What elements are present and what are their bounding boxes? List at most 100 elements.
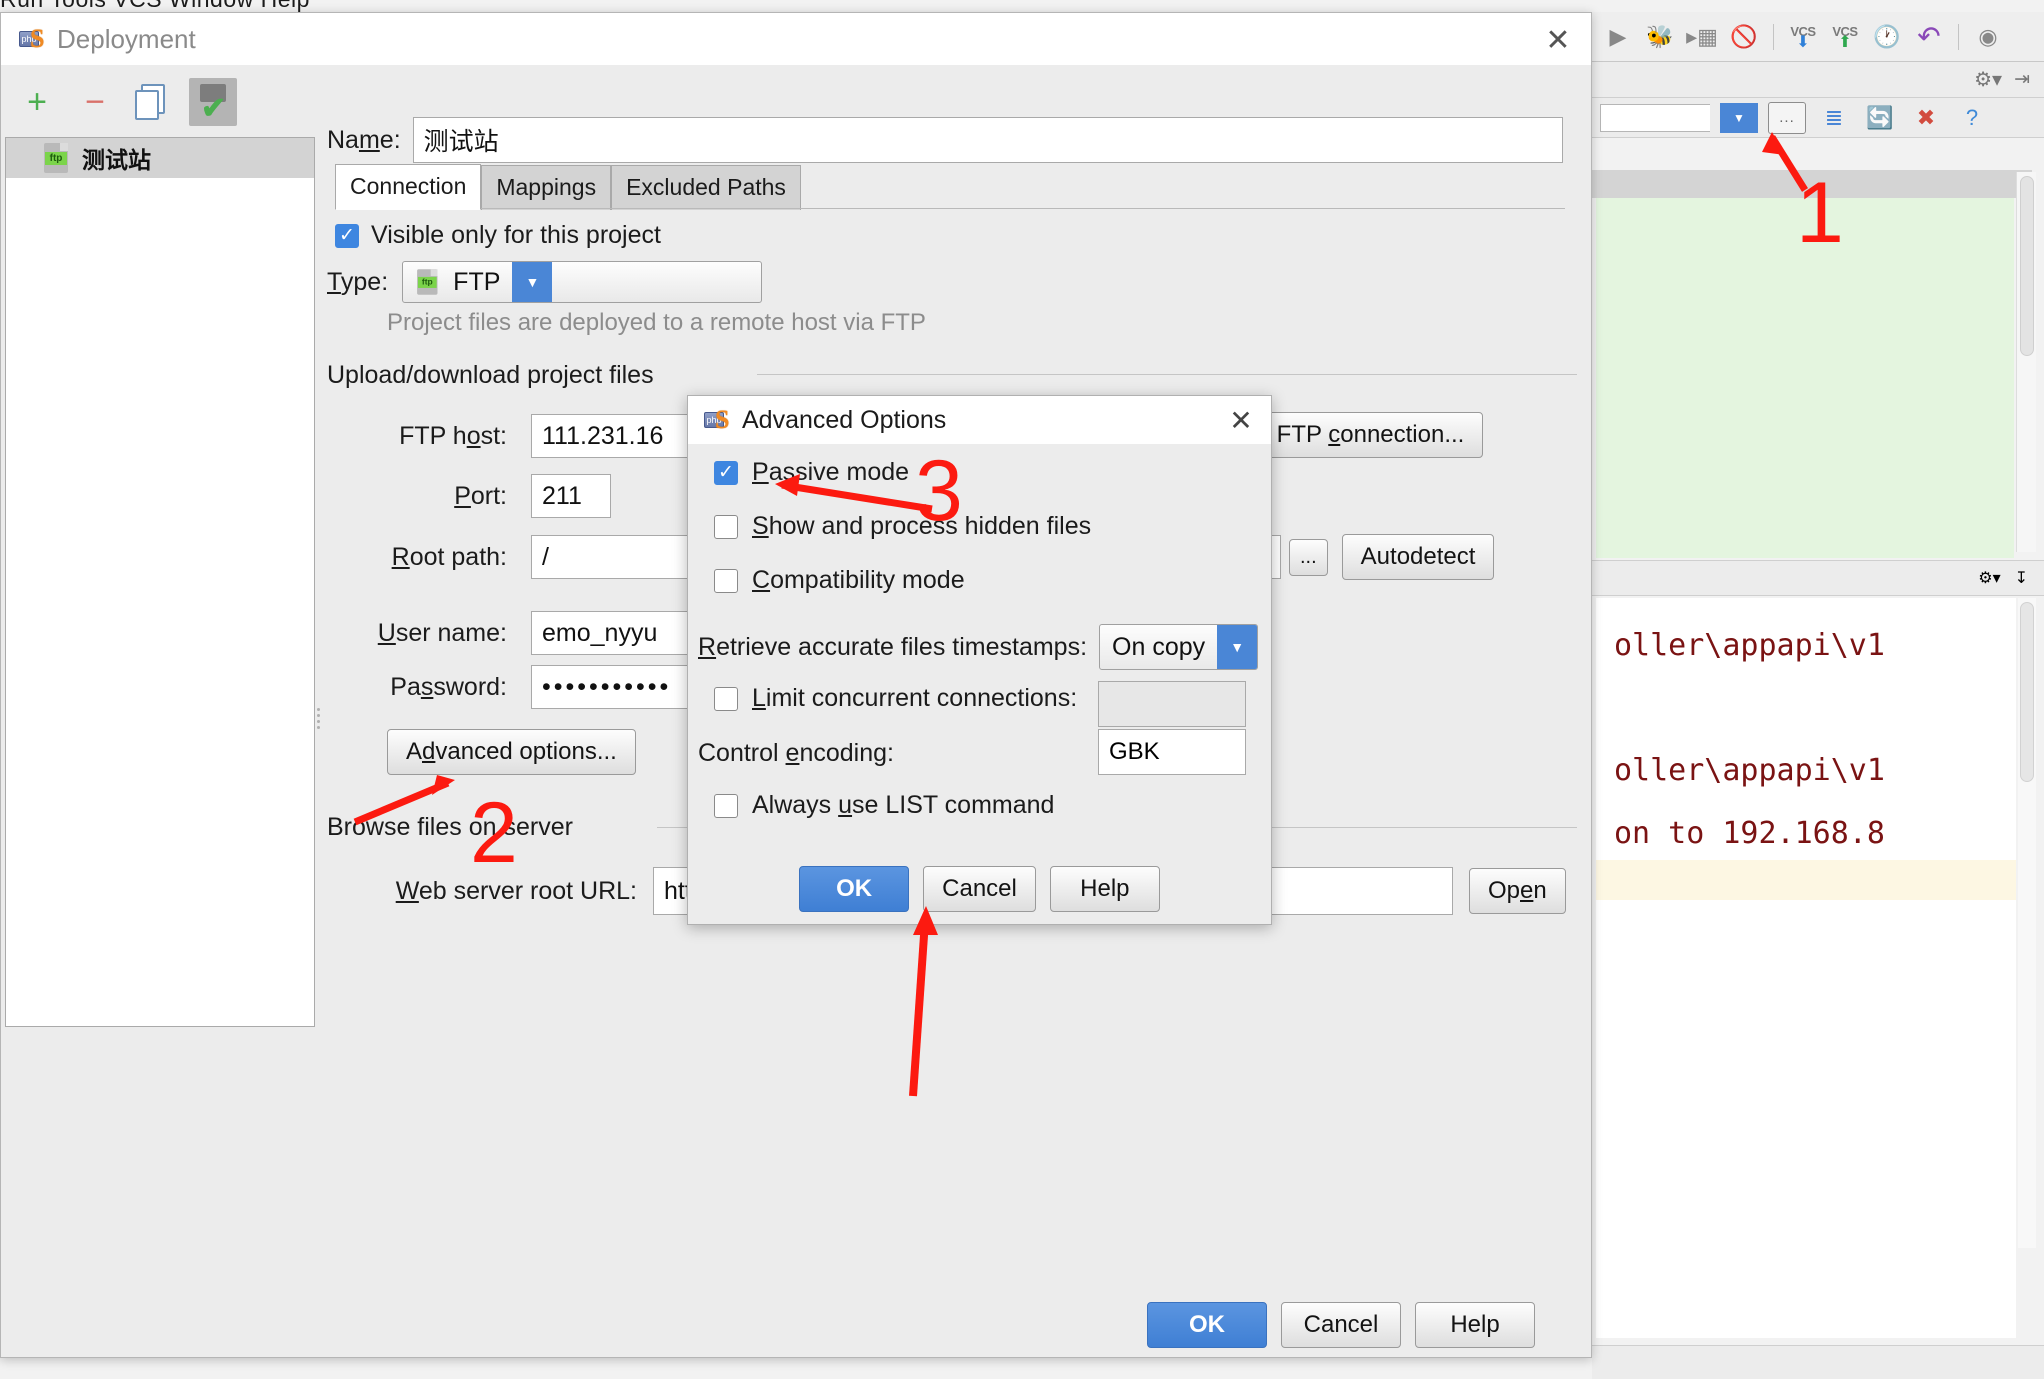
advanced-ok-button[interactable]: OK	[799, 866, 910, 912]
deployment-dialog-titlebar: php S Deployment	[1, 13, 1591, 65]
port-input[interactable]: 211	[531, 474, 611, 518]
green-area-scrollbar[interactable]	[2016, 172, 2036, 552]
root-path-browse-button[interactable]: ...	[1289, 538, 1328, 576]
console-highlight-row	[1596, 860, 2016, 900]
vcs-up-arrow-icon: ⬆	[1838, 34, 1852, 51]
chevron-down-icon[interactable]: ▼	[1217, 625, 1258, 669]
ide-main-toolbar[interactable]: ▶ 🐝 ▸▦ 🚫 VCS ⬇ VCS ⬆ 🕐 ↶ ◉	[1592, 12, 2044, 62]
vcs-history-icon[interactable]: 🕐	[1869, 19, 1905, 55]
ftp-icon-corner	[60, 143, 68, 151]
dialog-close-button[interactable]: ✕	[1541, 23, 1575, 57]
browse-ellipsis-button[interactable]: ...	[1768, 101, 1806, 134]
advanced-options-button[interactable]: Advanced options...	[387, 729, 636, 775]
site-list-item[interactable]: ftp 测试站	[6, 138, 314, 178]
compatibility-mode-checkbox[interactable]	[714, 568, 738, 593]
type-combobox-value: FTP	[453, 267, 501, 296]
type-label: Type:	[327, 267, 389, 296]
advanced-options-body: ✓ Passive mode Show and process hidden f…	[688, 444, 1271, 924]
always-list-checkbox[interactable]	[714, 793, 738, 818]
gear-icon[interactable]: ⚙▾	[1974, 67, 2002, 92]
limit-connections-label: Limit concurrent connections:	[752, 684, 1078, 712]
add-server-icon[interactable]: +	[15, 80, 59, 124]
toolbar-separator-2	[1958, 23, 1959, 50]
name-input[interactable]: 测试站	[412, 117, 1563, 163]
phpstorm-icon-s: S	[30, 24, 45, 53]
limit-connections-row[interactable]: Limit concurrent connections:	[714, 684, 1077, 713]
compatibility-mode-label: Compatibility mode	[752, 566, 965, 594]
collapse-icon[interactable]: ≣	[1816, 102, 1852, 134]
tab-mappings[interactable]: Mappings	[481, 165, 612, 210]
console-gear-icon[interactable]: ⚙▾	[1978, 568, 2000, 588]
show-hidden-files-row[interactable]: Show and process hidden files	[714, 512, 1091, 541]
sync-icon[interactable]: 🔄	[1862, 102, 1898, 134]
show-hidden-files-checkbox[interactable]	[714, 514, 738, 539]
scroll-to-end-icon[interactable]: ↧	[2015, 568, 2028, 588]
dialog-cancel-button[interactable]: Cancel	[1281, 1302, 1401, 1348]
control-encoding-input[interactable]: GBK	[1098, 729, 1246, 775]
visible-only-row[interactable]: ✓ Visible only for this project	[335, 221, 661, 250]
retrieve-timestamps-combobox[interactable]: On copy ▼	[1099, 624, 1259, 670]
advanced-help-button[interactable]: Help	[1049, 866, 1160, 912]
search-everywhere-icon[interactable]: ◉	[1970, 19, 2006, 55]
type-combobox[interactable]: ftp FTP ▼	[402, 261, 763, 303]
retrieve-timestamps-row: Retrieve accurate files timestamps: On c…	[698, 624, 1259, 670]
compatibility-mode-row[interactable]: Compatibility mode	[714, 566, 965, 595]
passive-mode-label: Passive mode	[752, 458, 910, 486]
panel-combo-input[interactable]	[1600, 103, 1710, 132]
ftp-icon-label: ftp	[45, 152, 67, 165]
vcs-update-icon[interactable]: VCS ⬇	[1785, 19, 1821, 55]
visible-only-label: Visible only for this project	[371, 221, 661, 249]
dialog-title: Deployment	[57, 23, 196, 54]
deployment-dialog-footer: OK Cancel Help	[1, 1293, 1591, 1357]
tab-excluded-paths[interactable]: Excluded Paths	[611, 165, 801, 210]
advanced-options-title: Advanced Options	[742, 405, 947, 434]
passive-mode-checkbox[interactable]: ✓	[714, 460, 738, 485]
limit-connections-input[interactable]	[1098, 681, 1246, 727]
retrieve-timestamps-label: Retrieve accurate files timestamps:	[698, 632, 1088, 661]
vcs-commit-icon[interactable]: VCS ⬆	[1827, 19, 1863, 55]
tab-connection[interactable]: Connection	[335, 164, 482, 210]
check-glyph: ✔	[201, 92, 227, 125]
advanced-options-dialog: php S Advanced Options ✕ ✓ Passive mode …	[687, 395, 1272, 925]
scrollbar-thumb[interactable]	[2020, 602, 2034, 782]
phpstorm-icon-s: S	[715, 405, 730, 434]
connection-tabs[interactable]: Connection Mappings Excluded Paths	[335, 164, 801, 210]
copy-icon-page-front	[135, 90, 159, 120]
advanced-options-close-button[interactable]: ✕	[1225, 404, 1257, 436]
scrollbar-thumb[interactable]	[2020, 176, 2034, 356]
visible-only-checkbox[interactable]: ✓	[335, 223, 359, 248]
open-url-button[interactable]: Open	[1469, 868, 1566, 914]
site-list-toolbar: + − ✔	[5, 71, 315, 133]
dialog-splitter[interactable]	[317, 705, 325, 745]
undo-icon[interactable]: ↶	[1911, 19, 1947, 55]
retrieve-timestamps-value: On copy	[1112, 632, 1206, 661]
panel-search-bar[interactable]: ▼ ... ≣ 🔄 ✖ ?	[1592, 98, 2044, 138]
dialog-help-button[interactable]: Help	[1415, 1302, 1535, 1348]
limit-connections-checkbox[interactable]	[714, 686, 738, 711]
passive-mode-row[interactable]: ✓ Passive mode	[714, 458, 909, 487]
remove-server-icon[interactable]: −	[73, 80, 117, 124]
stop-debug-icon[interactable]: 🚫	[1726, 19, 1762, 55]
site-list[interactable]: ftp 测试站	[5, 137, 315, 1027]
chevron-down-icon[interactable]: ▼	[1720, 102, 1758, 133]
copy-server-icon[interactable]	[131, 80, 175, 124]
help-icon[interactable]: ?	[1954, 102, 1990, 134]
run-icon[interactable]: ▶	[1600, 19, 1636, 55]
hide-panel-icon[interactable]: ⇥	[2014, 68, 2030, 91]
set-default-server-icon[interactable]: ✔	[189, 78, 237, 126]
chevron-down-icon[interactable]: ▼	[512, 262, 553, 302]
group-line-upload	[757, 374, 1577, 375]
ide-menu-bar[interactable]: Run Tools VCS Window Help	[0, 0, 2044, 12]
autodetect-button[interactable]: Autodetect	[1341, 534, 1495, 580]
console-scrollbar[interactable]	[2018, 598, 2036, 1248]
tabs-underline	[335, 208, 1565, 209]
show-hidden-files-label: Show and process hidden files	[752, 512, 1092, 540]
dialog-ok-button[interactable]: OK	[1147, 1302, 1267, 1348]
group-title-browse: Browse files on server	[327, 813, 583, 842]
close-icon[interactable]: ✖	[1908, 102, 1944, 134]
ftp-file-icon: ftp	[44, 143, 72, 173]
debug-icon[interactable]: 🐝	[1642, 19, 1678, 55]
always-list-row[interactable]: Always use LIST command	[714, 791, 1054, 820]
run-coverage-icon[interactable]: ▸▦	[1684, 19, 1720, 55]
advanced-cancel-button[interactable]: Cancel	[923, 866, 1036, 912]
